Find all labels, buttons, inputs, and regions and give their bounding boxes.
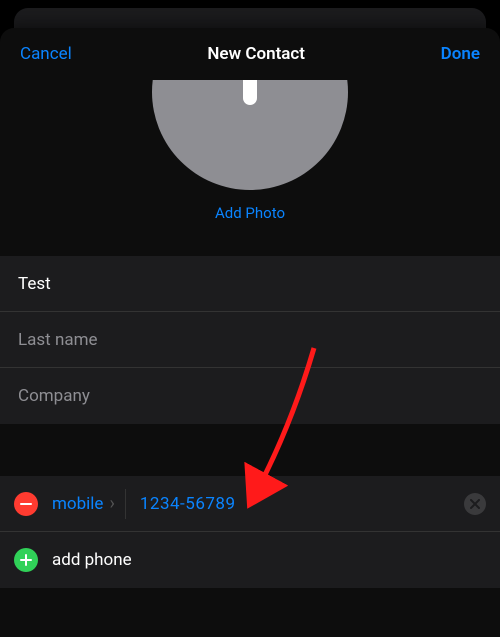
first-name-input[interactable] [18, 274, 482, 294]
last-name-row [0, 312, 500, 368]
phone-number-input[interactable] [140, 494, 464, 514]
phone-type-button[interactable]: mobile › [52, 494, 115, 514]
first-name-row [0, 256, 500, 312]
divider [125, 489, 126, 519]
section-gap [0, 424, 500, 476]
cancel-button[interactable]: Cancel [20, 44, 72, 64]
phone-type-label: mobile [52, 494, 103, 514]
add-phone-row[interactable]: add phone [0, 532, 500, 588]
new-contact-sheet: Cancel New Contact Done Add Photo mobile… [0, 28, 500, 637]
company-row [0, 368, 500, 424]
page-title: New Contact [207, 44, 305, 64]
done-button[interactable]: Done [441, 44, 480, 64]
company-input[interactable] [18, 386, 482, 406]
avatar-placeholder[interactable] [152, 80, 348, 190]
last-name-input[interactable] [18, 330, 482, 350]
phones-group: mobile › add phone [0, 476, 500, 588]
phone-entry-row: mobile › [0, 476, 500, 532]
clear-phone-icon[interactable] [464, 493, 486, 515]
navbar: Cancel New Contact Done [0, 28, 500, 80]
chevron-right-icon: › [109, 495, 114, 513]
remove-phone-icon[interactable] [14, 492, 38, 516]
add-photo-button[interactable]: Add Photo [215, 204, 285, 222]
name-group [0, 256, 500, 424]
avatar-clip [152, 80, 348, 190]
background-sheet-edge [14, 8, 486, 28]
avatar-section: Add Photo [0, 80, 500, 256]
add-phone-icon[interactable] [14, 548, 38, 572]
add-phone-label: add phone [52, 550, 132, 570]
avatar-glyph [243, 80, 257, 105]
x-icon [470, 499, 480, 509]
